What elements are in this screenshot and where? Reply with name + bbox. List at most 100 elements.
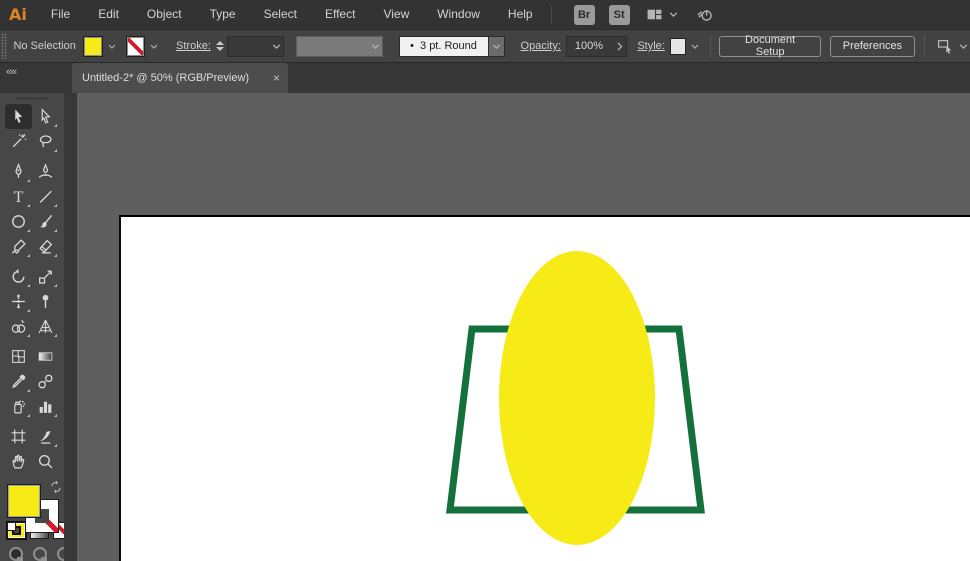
- magic-wand-icon: [10, 133, 27, 150]
- tool-direct-selection[interactable]: [32, 104, 59, 129]
- default-fill-stroke-icon[interactable]: [7, 522, 23, 536]
- workspace-switcher[interactable]: [646, 6, 680, 23]
- flyout-indicator: [27, 389, 30, 393]
- tool-column-graph[interactable]: [32, 394, 59, 419]
- bridge-button[interactable]: Br: [573, 4, 595, 25]
- brush-definition-dropdown[interactable]: • 3 pt. Round: [398, 35, 505, 57]
- flyout-indicator: [54, 229, 57, 233]
- stroke-weight-dropdown[interactable]: [226, 35, 285, 57]
- selection-status: No Selection: [13, 40, 76, 52]
- canvas[interactable]: [77, 93, 970, 561]
- control-bar-grip[interactable]: [1, 33, 8, 59]
- tool-magic-wand[interactable]: [5, 129, 32, 154]
- tool-symbol-sprayer[interactable]: [5, 394, 32, 419]
- tool-width[interactable]: [5, 289, 32, 314]
- draw-inside-button[interactable]: [57, 547, 64, 561]
- tool-pen[interactable]: [5, 159, 32, 184]
- menu-view[interactable]: View: [369, 0, 423, 29]
- flyout-indicator: [54, 204, 57, 208]
- menu-effect[interactable]: Effect: [311, 0, 369, 29]
- scale-icon: [37, 268, 54, 285]
- tool-mesh[interactable]: [5, 344, 32, 369]
- tool-type[interactable]: [5, 184, 32, 209]
- menu-items: File Edit Object Type Select Effect View Window…: [37, 0, 547, 29]
- gpu-performance-button[interactable]: [696, 6, 713, 23]
- artboard[interactable]: [119, 215, 970, 561]
- menu-select[interactable]: Select: [250, 0, 311, 29]
- flyout-indicator: [54, 444, 57, 448]
- tool-shape-builder[interactable]: [5, 314, 32, 339]
- menu-type[interactable]: Type: [196, 0, 250, 29]
- style-label[interactable]: Style:: [637, 40, 665, 52]
- tool-puppet-warp[interactable]: [32, 289, 59, 314]
- tool-slice[interactable]: [32, 424, 59, 449]
- document-setup-button[interactable]: Document Setup: [719, 34, 821, 58]
- flyout-indicator: [54, 284, 57, 288]
- tool-shaper[interactable]: [5, 234, 32, 259]
- stroke-color-swatch[interactable]: [125, 35, 146, 57]
- tool-gradient[interactable]: [32, 344, 59, 369]
- collapse-panel-icon[interactable]: ««: [6, 66, 17, 78]
- tool-paintbrush[interactable]: [32, 209, 59, 234]
- mesh-icon: [10, 348, 27, 365]
- stock-button[interactable]: St: [608, 4, 630, 25]
- chevron-right-icon[interactable]: [613, 40, 626, 53]
- tool-artboard[interactable]: [5, 424, 32, 449]
- gradient-icon: [37, 348, 54, 365]
- stroke-weight-stepper[interactable]: [215, 41, 224, 51]
- chevron-down-icon[interactable]: [689, 40, 701, 53]
- tool-eyedropper[interactable]: [5, 369, 32, 394]
- flyout-indicator: [54, 124, 57, 128]
- preferences-button[interactable]: Preferences: [829, 35, 916, 57]
- tool-rotate[interactable]: [5, 264, 32, 289]
- flyout-indicator: [27, 334, 30, 338]
- tool-scale[interactable]: [32, 264, 59, 289]
- draw-normal-button[interactable]: [9, 547, 23, 561]
- stroke-weight-label[interactable]: Stroke:: [176, 40, 211, 52]
- chevron-down-icon[interactable]: [148, 40, 160, 53]
- flyout-indicator: [27, 204, 30, 208]
- tool-line-segment[interactable]: [32, 184, 59, 209]
- menu-edit[interactable]: Edit: [84, 0, 133, 29]
- chevron-down-icon[interactable]: [106, 40, 118, 53]
- tool-zoom[interactable]: [32, 449, 59, 474]
- tools-panel-collapse[interactable]: ««: [0, 63, 62, 93]
- tab-close-icon[interactable]: ×: [273, 71, 280, 85]
- illustrator-logo: Ai: [9, 5, 27, 24]
- document-tab-bar: «« Untitled-2* @ 50% (RGB/Preview) ×: [0, 63, 970, 93]
- opacity-field[interactable]: 100%: [565, 35, 628, 57]
- menu-help[interactable]: Help: [494, 0, 547, 29]
- tool-curvature[interactable]: [32, 159, 59, 184]
- tool-selection[interactable]: [5, 104, 32, 130]
- control-bar-divider: [709, 35, 711, 57]
- tool-hand[interactable]: [5, 449, 32, 474]
- ellipse-shape[interactable]: [499, 251, 655, 545]
- menu-file[interactable]: File: [37, 0, 84, 29]
- tool-blend[interactable]: [32, 369, 59, 394]
- rotate-icon: [10, 268, 27, 285]
- tool-ellipse[interactable]: [5, 209, 32, 234]
- panel-switch-button[interactable]: [937, 38, 970, 55]
- fill-swatch[interactable]: [7, 484, 41, 519]
- opacity-label[interactable]: Opacity:: [521, 40, 561, 52]
- menu-window[interactable]: Window: [423, 0, 494, 29]
- tool-lasso[interactable]: [32, 129, 59, 154]
- swap-fill-stroke-icon[interactable]: [49, 480, 63, 494]
- panel-switch-icon: [937, 38, 954, 55]
- flyout-indicator: [54, 149, 57, 153]
- stepper-down-icon[interactable]: [215, 47, 224, 51]
- document-tab[interactable]: Untitled-2* @ 50% (RGB/Preview) ×: [72, 63, 288, 93]
- fill-color-swatch[interactable]: [83, 35, 103, 57]
- panel-grip[interactable]: [15, 97, 49, 101]
- menu-object[interactable]: Object: [133, 0, 196, 29]
- flyout-indicator: [54, 254, 57, 258]
- stepper-up-icon[interactable]: [215, 41, 224, 45]
- gpu-performance-icon: [696, 6, 713, 23]
- tools-dock: [0, 93, 77, 561]
- style-swatch[interactable]: [669, 37, 686, 55]
- tool-perspective-grid[interactable]: [32, 314, 59, 339]
- direct-selection-icon: [37, 108, 54, 125]
- tool-eraser[interactable]: [32, 234, 59, 259]
- flyout-indicator: [27, 229, 30, 233]
- draw-behind-button[interactable]: [33, 547, 47, 561]
